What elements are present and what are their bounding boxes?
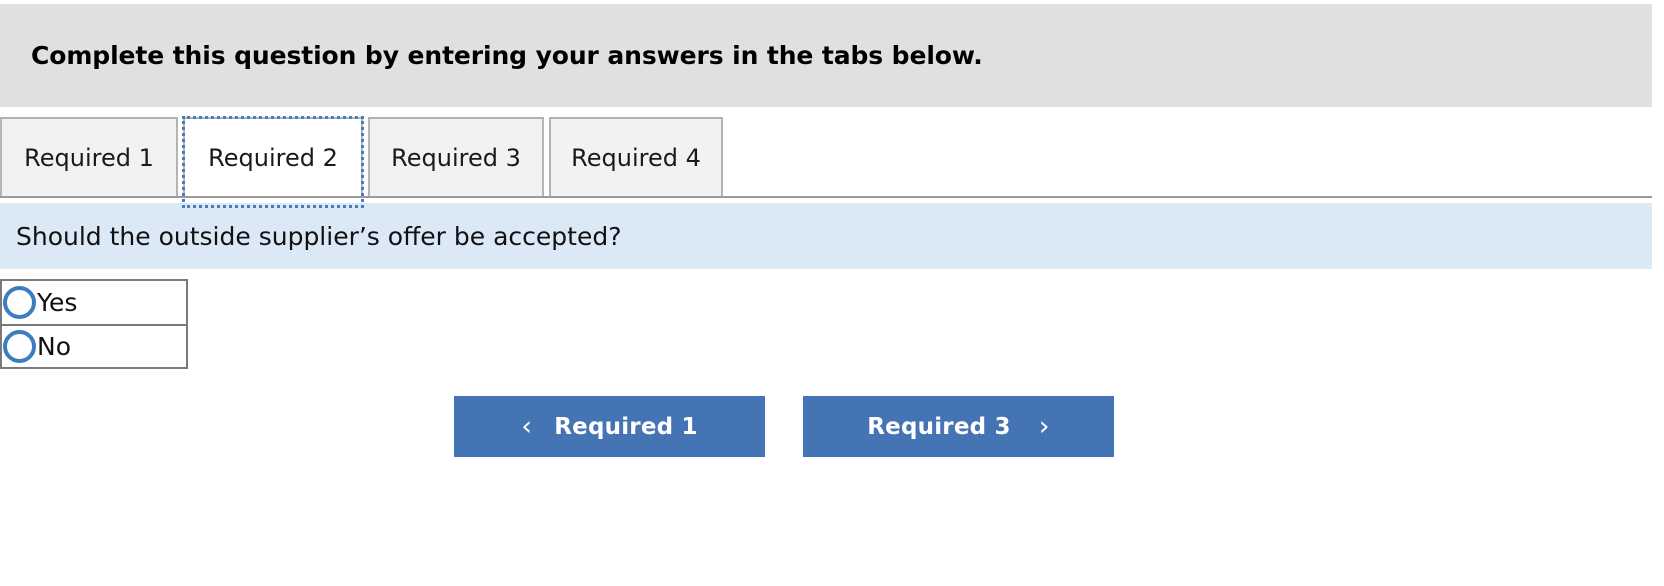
option-label-no: No [37, 332, 71, 361]
chevron-right-icon: › [1038, 411, 1050, 442]
tab-required-4[interactable]: Required 4 [549, 117, 723, 196]
navigation-buttons: ‹ Required 1 Required 3 › [454, 396, 1114, 457]
radio-button-yes[interactable] [3, 286, 36, 319]
instruction-header: Complete this question by entering your … [0, 4, 1652, 107]
next-button-label: Required 3 [867, 413, 1011, 440]
chevron-left-icon: ‹ [521, 411, 533, 442]
prev-button-label: Required 1 [554, 413, 698, 440]
tab-label: Required 4 [571, 143, 701, 172]
answer-options-group: Yes No [0, 279, 188, 369]
tab-required-2[interactable]: Required 2 [182, 116, 364, 208]
tab-required-1[interactable]: Required 1 [0, 117, 178, 196]
prev-required-1-button[interactable]: ‹ Required 1 [454, 396, 765, 457]
question-banner: Should the outside supplier’s offer be a… [0, 203, 1652, 269]
option-row-no[interactable]: No [2, 324, 186, 367]
tab-strip-divider [0, 196, 1652, 198]
tab-required-3[interactable]: Required 3 [368, 117, 544, 196]
tab-label: Required 3 [391, 143, 521, 172]
tab-label: Required 1 [24, 143, 154, 172]
tab-strip: Required 1 Required 2 Required 3 Require… [0, 107, 1664, 208]
instruction-text: Complete this question by entering your … [31, 41, 983, 70]
tab-list: Required 1 Required 2 Required 3 Require… [0, 116, 723, 208]
next-required-3-button[interactable]: Required 3 › [803, 396, 1114, 457]
question-text: Should the outside supplier’s offer be a… [16, 221, 622, 251]
option-row-yes[interactable]: Yes [2, 281, 186, 324]
option-label-yes: Yes [37, 288, 78, 317]
tab-label: Required 2 [208, 143, 338, 172]
radio-button-no[interactable] [3, 330, 36, 363]
